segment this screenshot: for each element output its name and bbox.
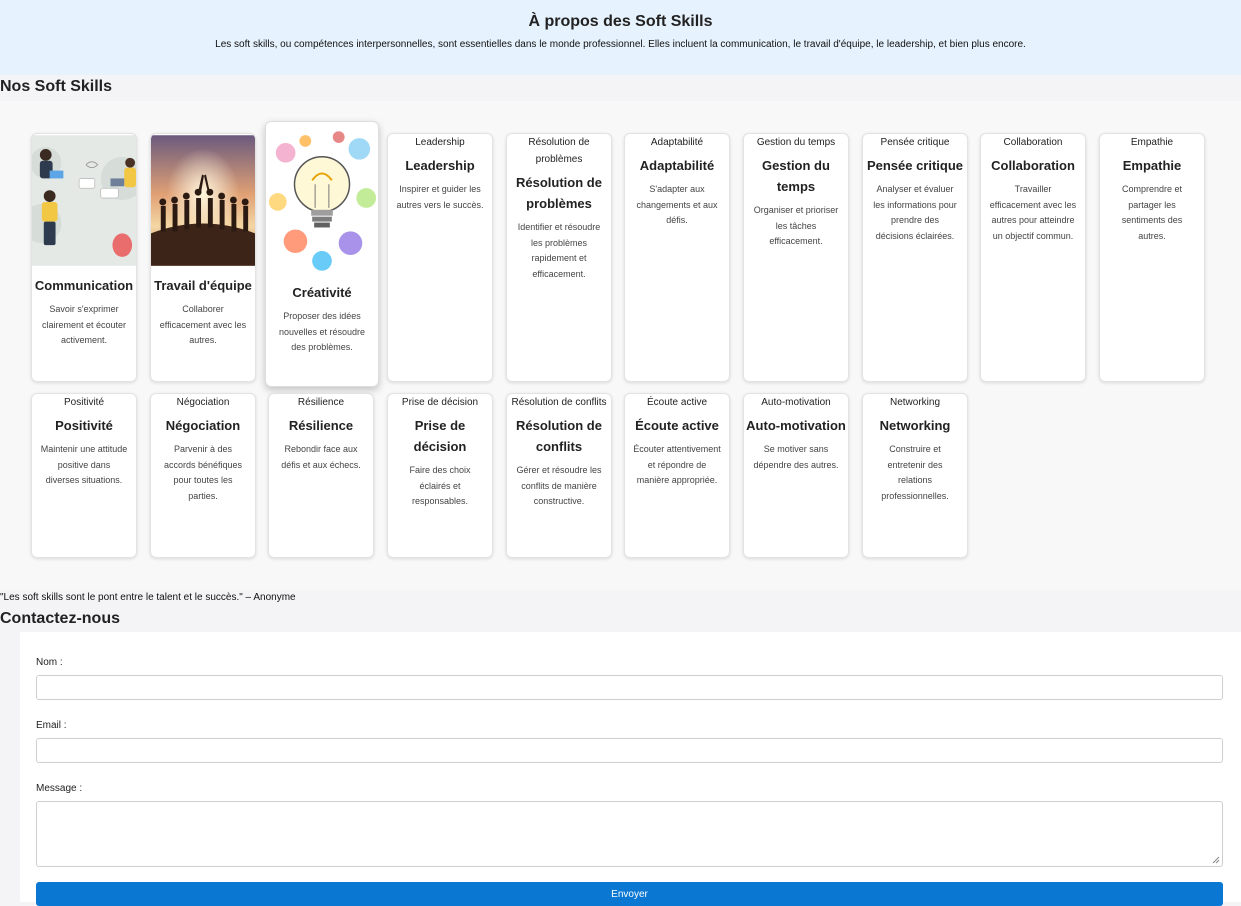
- creativity-lightbulb: [266, 123, 378, 273]
- skill-card-ecoute-active: Écoute active Écoute active Écouter atte…: [624, 393, 730, 558]
- skill-title: Communication: [34, 278, 134, 293]
- skill-title: Collaboration: [991, 158, 1075, 173]
- skill-text: Maintenir une attitude positive dans div…: [40, 444, 128, 485]
- skill-card-pensee-critique: Pensée critique Pensée critique Analyser…: [862, 133, 968, 382]
- skill-title: Travail d'équipe: [154, 278, 252, 293]
- skill-title: Adaptabilité: [639, 158, 715, 173]
- skill-title: Networking: [879, 418, 951, 433]
- skill-text: Organiser et prioriser les tâches effica…: [753, 205, 839, 246]
- skill-title: Créativité: [292, 285, 352, 300]
- broken-image-icon: Résolution de conflits: [511, 397, 607, 408]
- skill-title: Empathie: [1122, 158, 1182, 173]
- skill-title: Résolution de problèmes: [516, 175, 602, 211]
- skill-text: Proposer des idées nouvelles et résoudre…: [278, 311, 366, 352]
- contact-form: Nom : Email : Message : Envoyer: [20, 632, 1241, 906]
- skill-text: Gérer et résoudre les conflits de manièr…: [516, 465, 602, 506]
- skill-card-adaptabilite: Adaptabilité Adaptabilité S'adapter aux …: [624, 133, 730, 382]
- broken-image-icon: Gestion du temps: [756, 137, 836, 148]
- broken-image-icon: Écoute active: [646, 397, 708, 408]
- about-section: À propos des Soft Skills Les soft skills…: [0, 0, 1241, 75]
- skill-title: Positivité: [55, 418, 113, 433]
- skill-text: Faire des choix éclairés et responsables…: [409, 465, 471, 506]
- broken-image-icon: Adaptabilité: [650, 137, 704, 148]
- submit-button[interactable]: Envoyer: [36, 882, 1223, 906]
- skill-text: Écouter attentivement et répondre de man…: [633, 444, 721, 485]
- skill-card-prise-decision: Prise de décision Prise de décision Fair…: [387, 393, 493, 558]
- skill-card-auto-motivation: Auto-motivation Auto-motivation Se motiv…: [743, 393, 849, 558]
- skill-text: Construire et entretenir des relations p…: [881, 444, 949, 501]
- skill-text: Se motiver sans dépendre des autres.: [753, 444, 839, 470]
- broken-image-icon: Résolution de problèmes: [528, 137, 590, 165]
- teamwork-photo: [151, 135, 255, 266]
- broken-image-icon: Positivité: [63, 397, 104, 408]
- skill-card-networking: Networking Networking Construire et entr…: [862, 393, 968, 558]
- broken-image-icon: Leadership: [415, 137, 465, 148]
- contact-heading: Contactez-nous: [0, 610, 120, 627]
- skill-text: Identifier et résoudre les problèmes rap…: [517, 222, 601, 279]
- skill-text: Parvenir à des accords bénéfiques pour t…: [163, 444, 243, 501]
- skill-text: Analyser et évaluer les informations pou…: [873, 184, 957, 241]
- quote-text: "Les soft skills sont le pont entre le t…: [0, 592, 296, 603]
- skill-title: Pensée critique: [866, 158, 964, 173]
- message-label: Message :: [36, 783, 83, 794]
- skill-title: Écoute active: [635, 418, 719, 433]
- message-field[interactable]: [36, 801, 1223, 867]
- broken-image-icon: Résilience: [297, 397, 345, 408]
- skill-text: Inspirer et guider les autres vers le su…: [396, 184, 484, 210]
- skill-card-creativite: Créativité Proposer des idées nouvelles …: [265, 121, 379, 387]
- skill-title: Résilience: [288, 418, 354, 433]
- skill-card-resolution-problemes: Résolution de problèmes Résolution de pr…: [506, 133, 612, 382]
- resize-handle-icon[interactable]: [1212, 856, 1220, 864]
- email-field[interactable]: [36, 738, 1223, 763]
- skill-card-empathie: Empathie Empathie Comprendre et partager…: [1099, 133, 1205, 382]
- broken-image-icon: Empathie: [1130, 137, 1174, 148]
- skill-card-negociation: Négociation Négociation Parvenir à des a…: [150, 393, 256, 558]
- skill-card-gestion-temps: Gestion du temps Gestion du temps Organi…: [743, 133, 849, 382]
- broken-image-icon: Négociation: [176, 397, 230, 408]
- broken-image-icon: Pensée critique: [880, 137, 950, 148]
- about-title: À propos des Soft Skills: [528, 13, 713, 30]
- skill-card-positivite: Positivité Positivité Maintenir une atti…: [31, 393, 137, 558]
- skills-heading: Nos Soft Skills: [0, 78, 113, 95]
- broken-image-icon: Collaboration: [1003, 137, 1063, 148]
- broken-image-icon: Auto-motivation: [761, 397, 831, 408]
- skill-text: Comprendre et partager les sentiments de…: [1121, 184, 1183, 241]
- skill-card-communication: Communication Savoir s'exprimer claireme…: [31, 133, 137, 382]
- skill-title: Négociation: [165, 418, 241, 433]
- name-label: Nom :: [36, 657, 63, 668]
- broken-image-icon: Networking: [889, 397, 941, 408]
- skill-title: Auto-motivation: [746, 418, 846, 433]
- skill-text: Collaborer efficacement avec les autres.: [159, 304, 247, 345]
- skill-card-resilience: Résilience Résilience Rebondir face aux …: [268, 393, 374, 558]
- skill-card-collaboration: Collaboration Collaboration Travailler e…: [980, 133, 1086, 382]
- name-field[interactable]: [36, 675, 1223, 700]
- skill-card-resolution-conflits: Résolution de conflits Résolution de con…: [506, 393, 612, 558]
- skill-title: Prise de décision: [413, 418, 467, 454]
- skill-text: S'adapter aux changements et aux défis.: [636, 184, 718, 225]
- email-label: Email :: [36, 720, 67, 731]
- skill-title: Leadership: [405, 158, 475, 173]
- skill-text: Travailler efficacement avec les autres …: [989, 184, 1077, 241]
- about-text: Les soft skills, ou compétences interper…: [215, 39, 1026, 50]
- broken-image-icon: Prise de décision: [401, 397, 479, 408]
- skill-text: Rebondir face aux défis et aux échecs.: [281, 444, 361, 470]
- skill-text: Savoir s'exprimer clairement et écouter …: [41, 304, 127, 345]
- skill-title: Résolution de conflits: [516, 418, 602, 454]
- skill-title: Gestion du temps: [762, 158, 830, 194]
- communication-illustration: [32, 135, 136, 266]
- skill-card-leadership: Leadership Leadership Inspirer et guider…: [387, 133, 493, 382]
- skill-card-travail-equipe: Travail d'équipe Collaborer efficacement…: [150, 133, 256, 382]
